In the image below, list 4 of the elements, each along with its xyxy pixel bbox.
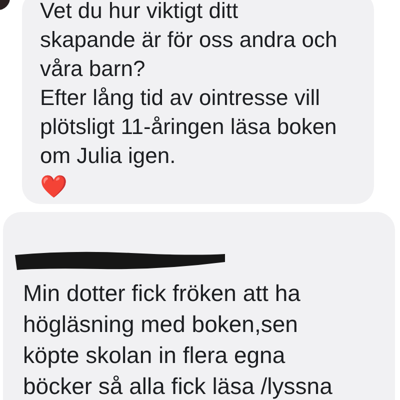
- message-text: Efter lång tid av ointresse vill plötsligt 11-åringen läsa boken om Julia igen.: [40, 84, 338, 170]
- message-text: Vet du hur viktigt ditt skapande är för oss andra och våra barn?: [40, 0, 338, 83]
- heart-reaction: ❤: [40, 174, 67, 200]
- message-text: Min dotter fick fröken att ha högläsning med boken,sen köpte skolan in flera egna böcker så alla fick läsa /lyssna: [23, 279, 334, 400]
